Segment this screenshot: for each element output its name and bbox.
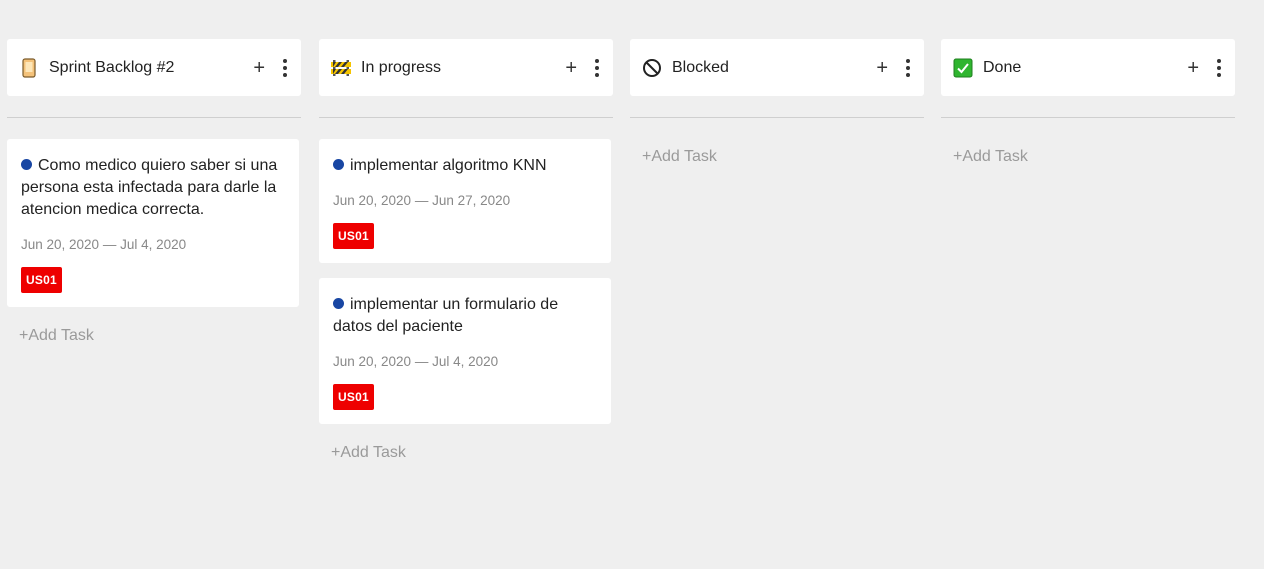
- task-title-row: Como medico quiero saber si una persona …: [21, 155, 285, 221]
- column-divider: [7, 117, 301, 118]
- task-dates: Jun 20, 2020 — Jul 4, 2020: [21, 237, 187, 252]
- kanban-board: Sprint Backlog #2 + Como medico quiero s…: [0, 0, 1264, 569]
- task-title: Como medico quiero saber si una persona …: [21, 157, 278, 218]
- check-box-icon: [953, 57, 973, 79]
- task-card[interactable]: implementar algoritmo KNN Jun 20, 2020 —…: [319, 139, 611, 263]
- add-card-button[interactable]: +: [876, 58, 888, 78]
- task-dates: Jun 20, 2020 — Jul 4, 2020: [333, 354, 499, 369]
- task-tag[interactable]: US01: [333, 384, 374, 410]
- add-card-button[interactable]: +: [1187, 58, 1199, 78]
- status-dot-icon: [333, 159, 344, 170]
- task-tag[interactable]: US01: [21, 267, 62, 293]
- task-dates: Jun 20, 2020 — Jun 27, 2020: [333, 193, 511, 208]
- column-title: Sprint Backlog #2: [49, 58, 175, 76]
- column-header: Done +: [941, 39, 1235, 96]
- column-menu-icon[interactable]: [281, 58, 289, 77]
- construction-icon: [331, 57, 351, 79]
- column-menu-icon[interactable]: [593, 58, 601, 77]
- add-task-button[interactable]: +Add Task: [319, 444, 613, 462]
- column-sprint-backlog: Sprint Backlog #2 + Como medico quiero s…: [7, 39, 301, 345]
- add-card-button[interactable]: +: [253, 58, 265, 78]
- task-title: implementar algoritmo KNN: [350, 157, 547, 174]
- column-title: In progress: [361, 58, 442, 76]
- status-dot-icon: [333, 298, 344, 309]
- add-task-button[interactable]: +Add Task: [630, 148, 924, 166]
- add-task-button[interactable]: +Add Task: [7, 327, 301, 345]
- column-header: In progress +: [319, 39, 613, 96]
- column-menu-icon[interactable]: [1215, 58, 1223, 77]
- task-title-row: implementar algoritmo KNN: [333, 155, 597, 177]
- column-divider: [319, 117, 613, 118]
- add-card-button[interactable]: +: [565, 58, 577, 78]
- prohibited-icon: [642, 57, 662, 79]
- column-title: Blocked: [672, 58, 729, 76]
- column-menu-icon[interactable]: [904, 58, 912, 77]
- column-header: Blocked +: [630, 39, 924, 96]
- column-divider: [941, 117, 1235, 118]
- task-title: implementar un formulario de datos del p…: [333, 296, 559, 335]
- column-done: Done + +Add Task: [941, 39, 1235, 166]
- task-card[interactable]: implementar un formulario de datos del p…: [319, 278, 611, 424]
- column-header: Sprint Backlog #2 +: [7, 39, 301, 96]
- status-dot-icon: [21, 159, 32, 170]
- task-title-row: implementar un formulario de datos del p…: [333, 294, 597, 338]
- add-task-button[interactable]: +Add Task: [941, 148, 1235, 166]
- column-divider: [630, 117, 924, 118]
- task-card[interactable]: Como medico quiero saber si una persona …: [7, 139, 299, 307]
- task-tag[interactable]: US01: [333, 223, 374, 249]
- column-blocked: Blocked + +Add Task: [630, 39, 924, 166]
- column-title: Done: [983, 58, 1022, 76]
- phone-icon: [19, 57, 39, 79]
- column-in-progress: In progress + implementar algoritmo KNN …: [319, 39, 613, 462]
